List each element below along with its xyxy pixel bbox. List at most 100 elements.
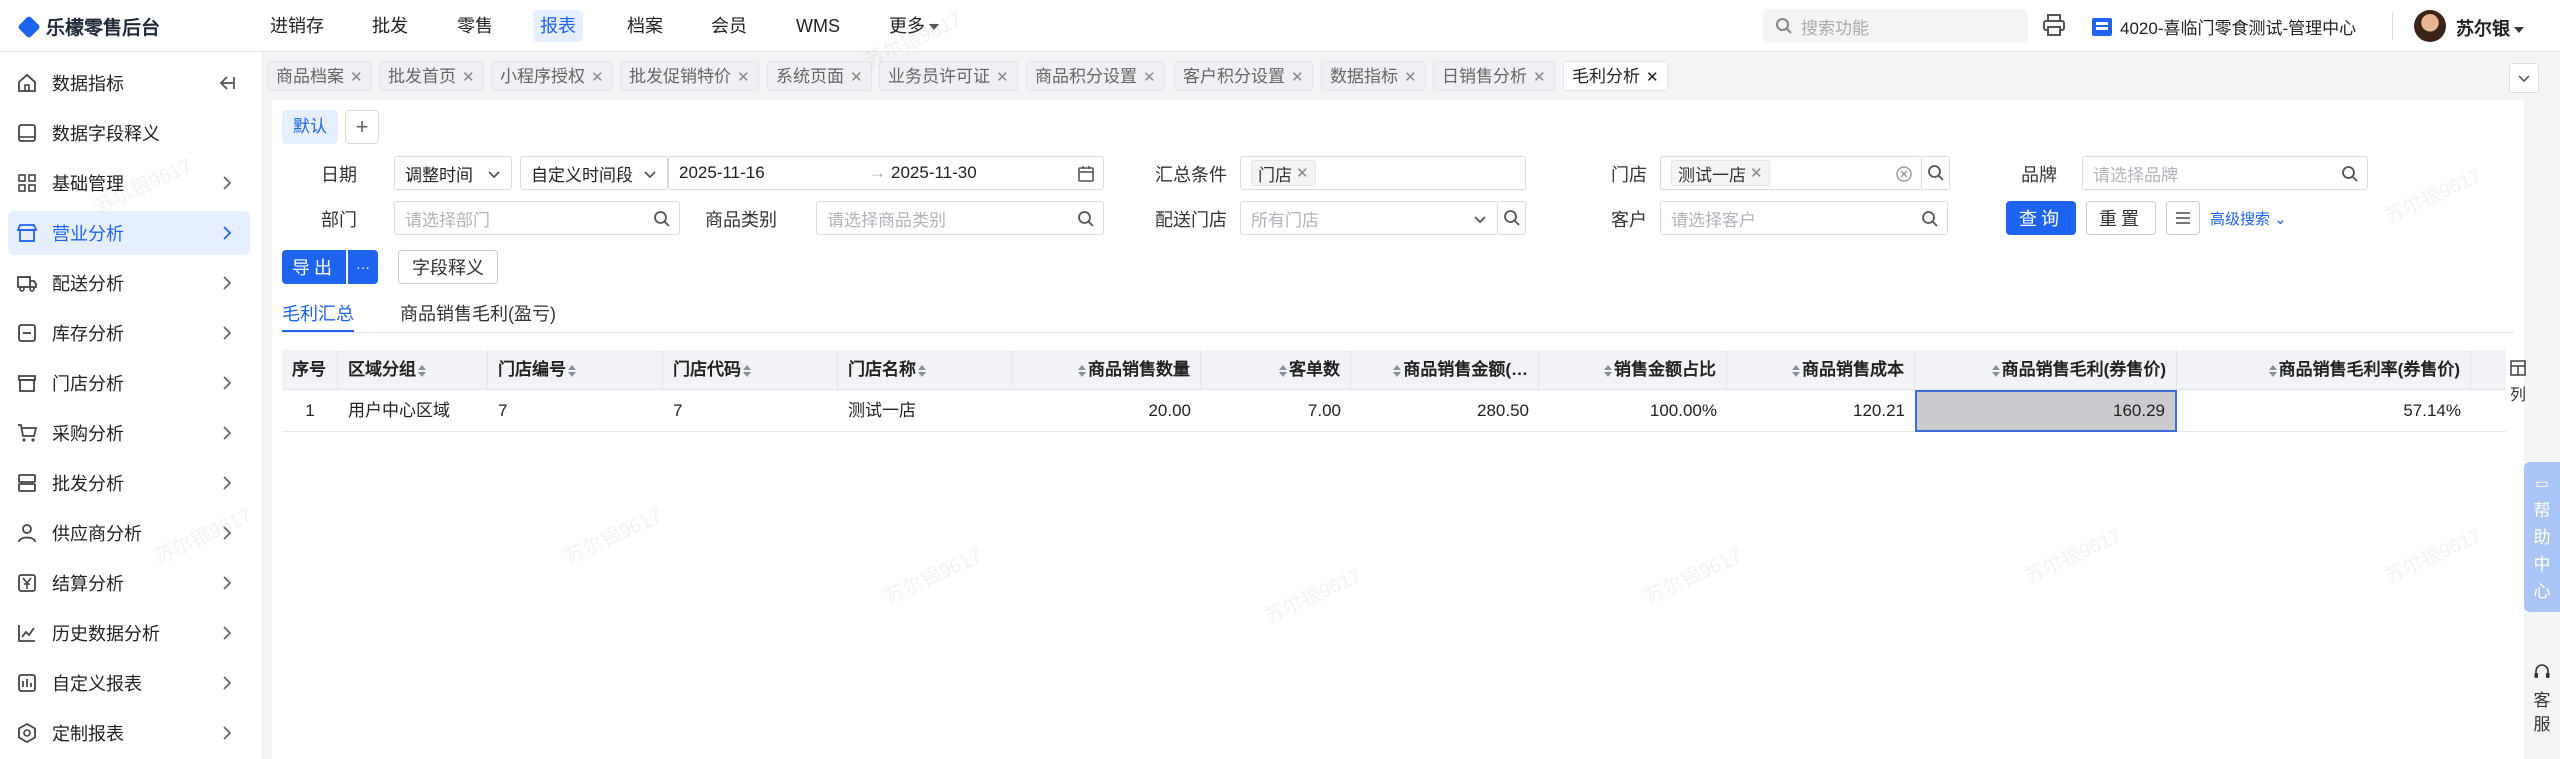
sort-icon[interactable] bbox=[568, 364, 576, 378]
col-header-gross-profit[interactable]: 商品销售毛利(券售价) bbox=[1915, 350, 2177, 390]
brand-select[interactable]: 请选择品牌 bbox=[2082, 156, 2368, 190]
col-header-region[interactable]: 区域分组 bbox=[338, 350, 488, 390]
sidebar-item-supplier-analysis[interactable]: 供应商分析 bbox=[8, 511, 250, 555]
field-desc-button[interactable]: 字段释义 bbox=[398, 250, 498, 284]
preset-default-chip[interactable]: 默认 bbox=[282, 110, 338, 144]
close-icon[interactable]: ✕ bbox=[1143, 69, 1156, 86]
search-icon[interactable] bbox=[1077, 210, 1095, 228]
sidebar-item-field-desc[interactable]: 数据字段释义 bbox=[8, 111, 250, 155]
sort-icon[interactable] bbox=[743, 364, 751, 378]
tab-gross-profit[interactable]: 毛利分析 ✕ bbox=[1563, 61, 1668, 91]
tab-daily-sales[interactable]: 日销售分析 ✕ bbox=[1433, 61, 1555, 91]
topnav-item-reports[interactable]: 报表 bbox=[533, 10, 583, 42]
col-header-store-code[interactable]: 门店代码 bbox=[663, 350, 838, 390]
close-icon[interactable]: ✕ bbox=[350, 69, 363, 86]
customer-service-button[interactable]: 客服 bbox=[2524, 662, 2560, 737]
store-selector[interactable]: 4020-喜临门零食测试-管理中心 bbox=[2092, 14, 2356, 39]
reset-button[interactable]: 重置 bbox=[2086, 201, 2156, 235]
sidebar-item-custom-report[interactable]: 自定义报表 bbox=[8, 661, 250, 705]
sort-icon[interactable] bbox=[1991, 364, 2000, 378]
close-icon[interactable]: ✕ bbox=[1296, 164, 1309, 182]
close-icon[interactable]: ✕ bbox=[1646, 69, 1659, 86]
col-header-gross-margin[interactable]: 商品销售毛利率(券售价) bbox=[2177, 350, 2471, 390]
date-range-picker[interactable]: 2025-11-16 → 2025-11-30 bbox=[668, 156, 1104, 190]
search-icon[interactable] bbox=[2341, 165, 2359, 183]
tab-wholesale-home[interactable]: 批发首页 ✕ bbox=[379, 61, 484, 91]
tab-system-page[interactable]: 系统页面 ✕ bbox=[767, 61, 872, 91]
sort-icon[interactable] bbox=[418, 364, 426, 378]
col-header-store-name[interactable]: 门店名称 bbox=[838, 350, 1013, 390]
sort-icon[interactable] bbox=[2268, 364, 2277, 378]
search-icon[interactable] bbox=[1921, 210, 1939, 228]
topnav-item-archives[interactable]: 档案 bbox=[620, 10, 670, 42]
help-center-button[interactable]: ▭ 帮助中心 bbox=[2524, 462, 2560, 612]
tab-product-archive[interactable]: 商品档案 ✕ bbox=[267, 61, 372, 91]
advanced-search-link[interactable]: 高级搜索 ⌄ bbox=[2210, 208, 2287, 229]
printer-icon[interactable] bbox=[2042, 14, 2066, 36]
col-header-sales-share[interactable]: 销售金额占比 bbox=[1539, 350, 1727, 390]
store-select[interactable]: 测试一店 ✕ bbox=[1660, 156, 1922, 190]
export-button[interactable]: 导出 bbox=[282, 250, 346, 284]
subtab-product-gross-profit[interactable]: 商品销售毛利(盈亏) bbox=[400, 300, 556, 332]
customer-select[interactable]: 请选择客户 bbox=[1660, 201, 1948, 235]
sort-icon[interactable] bbox=[1792, 364, 1800, 378]
tab-salesman-license[interactable]: 业务员许可证 ✕ bbox=[879, 61, 1018, 91]
export-more-button[interactable]: ··· bbox=[348, 250, 378, 284]
col-header-sales-qty[interactable]: 商品销售数量 bbox=[1013, 350, 1201, 390]
cell-gross-profit[interactable]: 160.29 bbox=[1915, 390, 2177, 432]
close-icon[interactable]: ✕ bbox=[737, 69, 750, 86]
summary-condition-select[interactable]: 门店 ✕ bbox=[1240, 156, 1526, 190]
topnav-item-inventory[interactable]: 进销存 bbox=[263, 10, 331, 42]
dept-select[interactable]: 请选择部门 bbox=[394, 201, 680, 235]
table-row[interactable]: 1 用户中心区域 7 7 测试一店 20.00 7.00 280.50 100.… bbox=[282, 390, 2506, 432]
store-search-button[interactable] bbox=[1922, 156, 1950, 190]
tab-miniprogram-auth[interactable]: 小程序授权 ✕ bbox=[491, 61, 613, 91]
date-range-type-select[interactable]: 自定义时间段 bbox=[520, 156, 668, 190]
search-icon[interactable] bbox=[653, 210, 671, 228]
tab-product-points[interactable]: 商品积分设置 ✕ bbox=[1026, 61, 1165, 91]
sidebar-item-wholesale-analysis[interactable]: 批发分析 bbox=[8, 461, 250, 505]
sort-icon[interactable] bbox=[1604, 364, 1612, 378]
avatar[interactable] bbox=[2414, 10, 2446, 42]
sidebar-item-business-analysis[interactable]: 营业分析 bbox=[8, 211, 250, 255]
tab-data-metrics[interactable]: 数据指标 ✕ bbox=[1321, 61, 1426, 91]
user-menu[interactable]: 苏尔银 bbox=[2456, 15, 2524, 41]
topnav-item-members[interactable]: 会员 bbox=[704, 10, 754, 42]
filter-settings-button[interactable] bbox=[2166, 201, 2200, 235]
col-header-sales-cost[interactable]: 商品销售成本 bbox=[1727, 350, 1915, 390]
add-preset-button[interactable]: + bbox=[345, 110, 379, 144]
sort-icon[interactable] bbox=[1078, 364, 1086, 378]
topnav-item-wholesale[interactable]: 批发 bbox=[365, 10, 415, 42]
sidebar-item-tailored-report[interactable]: 定制报表 bbox=[8, 711, 250, 755]
tab-customer-points[interactable]: 客户积分设置 ✕ bbox=[1174, 61, 1313, 91]
date-type-select[interactable]: 调整时间 bbox=[394, 156, 512, 190]
app-logo[interactable]: 乐檬零售后台 bbox=[17, 13, 160, 40]
topnav-item-more[interactable]: 更多 bbox=[882, 10, 946, 42]
sidebar-item-delivery-analysis[interactable]: 配送分析 bbox=[8, 261, 250, 305]
sort-icon[interactable] bbox=[1393, 364, 1402, 378]
category-select[interactable]: 请选择商品类别 bbox=[816, 201, 1104, 235]
tabs-menu-button[interactable] bbox=[2509, 63, 2539, 93]
tab-wholesale-promo[interactable]: 批发促销特价 ✕ bbox=[620, 61, 759, 91]
close-icon[interactable]: ✕ bbox=[1291, 69, 1304, 86]
sidebar-item-basic-management[interactable]: 基础管理 bbox=[8, 161, 250, 205]
delivery-store-select[interactable]: 所有门店 bbox=[1240, 201, 1498, 235]
close-icon[interactable]: ✕ bbox=[462, 69, 475, 86]
clear-icon[interactable] bbox=[1895, 165, 1913, 183]
close-icon[interactable]: ✕ bbox=[1533, 69, 1546, 86]
query-button[interactable]: 查询 bbox=[2006, 201, 2076, 235]
close-icon[interactable]: ✕ bbox=[1750, 164, 1763, 182]
col-header-store-no[interactable]: 门店编号 bbox=[488, 350, 663, 390]
subtab-gross-profit-summary[interactable]: 毛利汇总 bbox=[282, 300, 354, 332]
topnav-item-retail[interactable]: 零售 bbox=[450, 10, 500, 42]
column-settings-button[interactable]: 列 bbox=[2505, 360, 2531, 405]
sidebar-item-purchase-analysis[interactable]: 采购分析 bbox=[8, 411, 250, 455]
collapse-sidebar-icon[interactable] bbox=[218, 75, 236, 91]
close-icon[interactable]: ✕ bbox=[1404, 69, 1417, 86]
topnav-item-wms[interactable]: WMS bbox=[789, 10, 847, 42]
sidebar-item-store-analysis[interactable]: 门店分析 bbox=[8, 361, 250, 405]
col-header-sales-amount[interactable]: 商品销售金额(… bbox=[1351, 350, 1539, 390]
sidebar-item-data-metrics[interactable]: 数据指标 bbox=[8, 61, 250, 105]
sort-icon[interactable] bbox=[1279, 364, 1287, 378]
sidebar-item-settlement-analysis[interactable]: 结算分析 bbox=[8, 561, 250, 605]
